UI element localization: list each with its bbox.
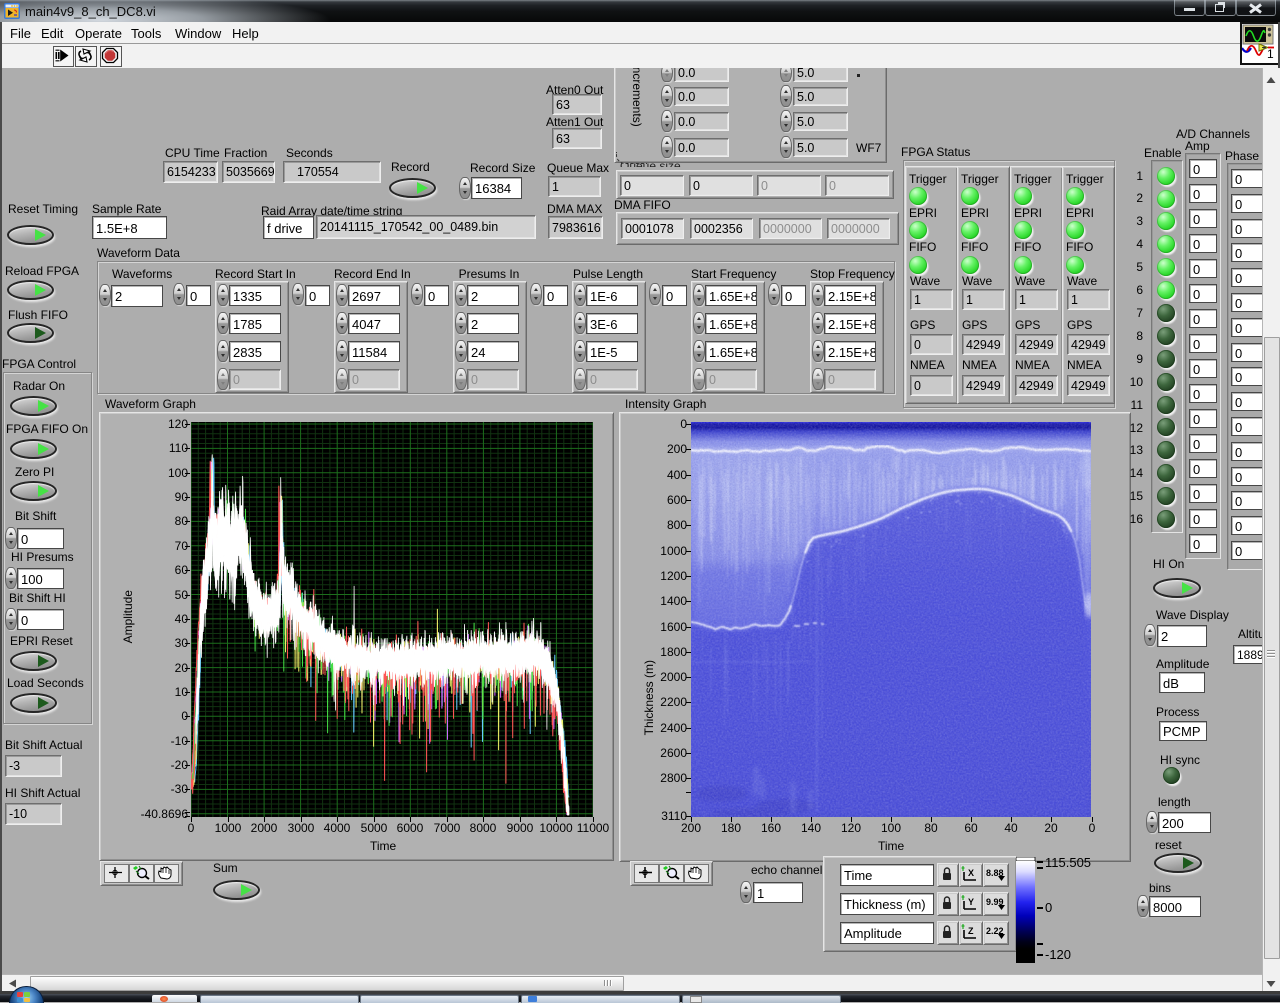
svg-text:Z: Z <box>968 926 974 936</box>
svg-text:X: X <box>968 868 974 878</box>
svg-text:Y: Y <box>968 897 974 907</box>
svg-text:1: 1 <box>1267 47 1274 59</box>
